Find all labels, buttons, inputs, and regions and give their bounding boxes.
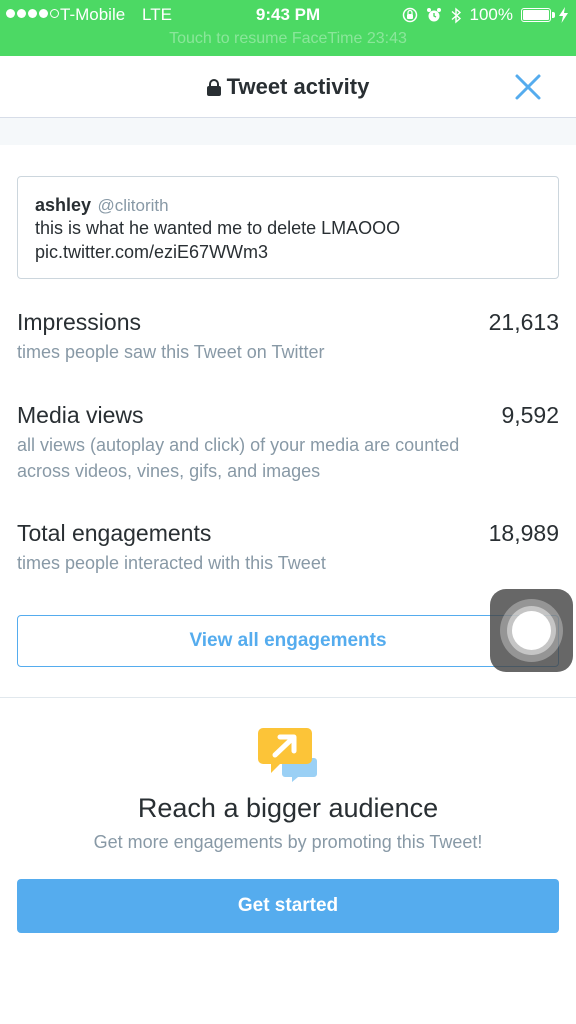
metric-label: Total engagements [17,520,212,546]
metric-label: Impressions [17,309,141,335]
metric-value: 21,613 [488,309,559,335]
facetime-banner[interactable]: Touch to resume FaceTime 23:43 [0,30,576,48]
charging-icon [559,7,568,23]
metric-value: 18,989 [488,520,559,546]
battery-icon [521,8,555,22]
alarm-icon [426,8,441,22]
status-bar: T-Mobile LTE 9:43 PM 100% Touch to resum… [0,0,576,56]
tweet-author-handle: @clitorith [97,196,169,215]
lock-icon [206,79,221,96]
get-started-button[interactable]: Get started [17,879,559,933]
metric-description: times people saw this Tweet on Twitter [17,342,325,362]
metric-label: Media views [17,402,144,428]
tweet-text-line1: this is what he wanted me to delete LMAO… [35,218,401,238]
tweet-author-name: ashley [35,195,92,215]
close-icon[interactable] [514,73,542,101]
page-title: Tweet activity [0,74,576,100]
bluetooth-icon [451,6,461,24]
tweet-link[interactable]: pic.twitter.com/eziE67WWm3 [35,241,541,264]
metric-description: times people interacted with this Tweet [17,553,326,573]
orientation-lock-icon [402,7,417,23]
page-title-text: Tweet activity [226,74,370,99]
promote-subtitle: Get more engagements by promoting this T… [93,832,483,852]
promote-chat-icon [258,728,317,782]
header: Tweet activity [0,56,576,118]
assistive-touch-button[interactable] [490,589,573,672]
tweet-card[interactable]: ashley @clitorith this is what he wanted… [17,176,559,279]
metric-value: 9,592 [501,402,559,428]
section-separator [0,118,576,145]
view-all-engagements-button[interactable]: View all engagements [17,615,559,667]
promote-title: Reach a bigger audience [137,793,439,823]
metric-description: all views (autoplay and click) of your m… [17,435,460,481]
divider [0,697,576,698]
battery-percent: 100% [469,5,513,24]
